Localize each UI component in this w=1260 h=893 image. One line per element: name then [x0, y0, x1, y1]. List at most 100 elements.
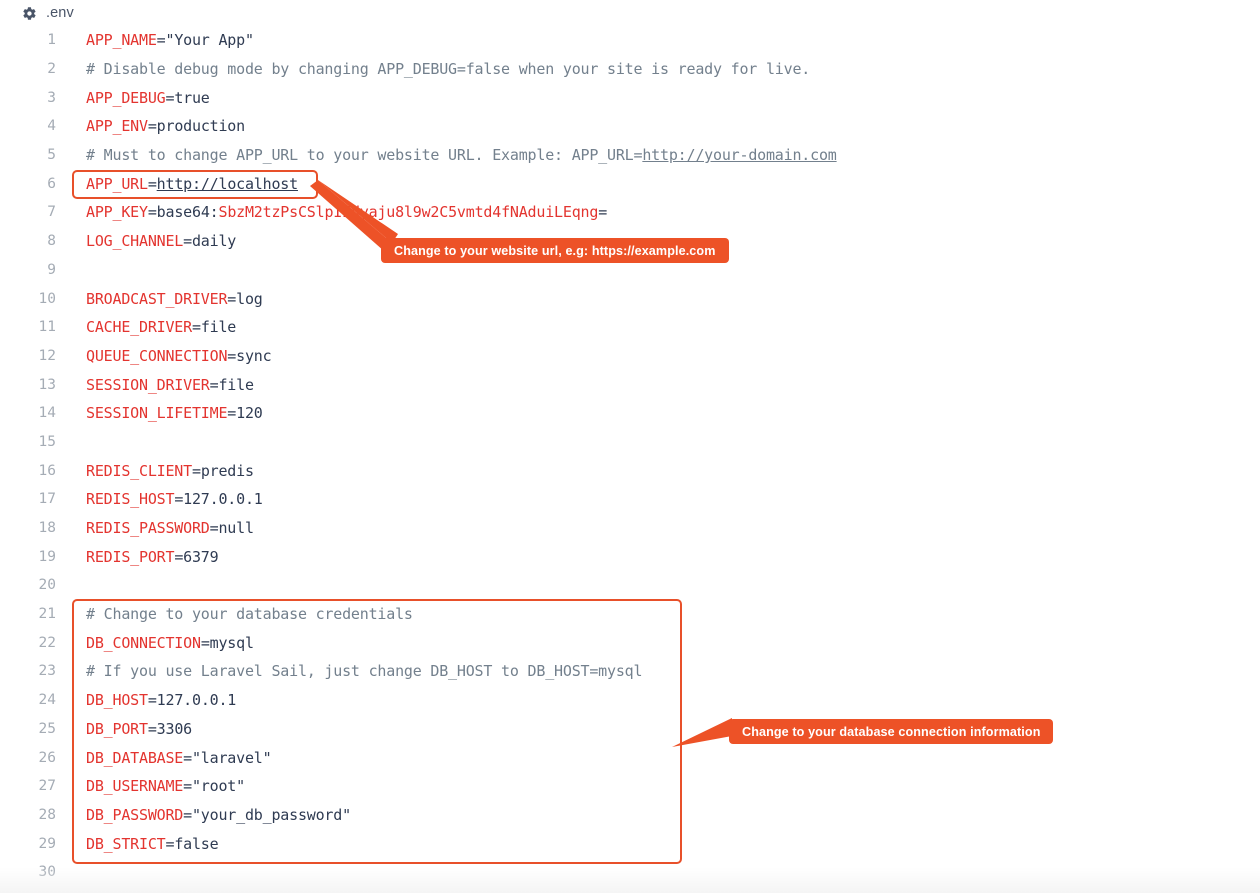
- line-number: 16: [38, 462, 56, 479]
- line-content: BROADCAST_DRIVER=log: [86, 290, 263, 308]
- code-token: ="laravel": [183, 748, 272, 767]
- code-token: =false: [165, 834, 219, 853]
- code-line[interactable]: 25 DB_PORT=3306: [0, 715, 1260, 744]
- code-line[interactable]: 23 # If you use Laravel Sail, just change…: [0, 657, 1260, 686]
- line-content: REDIS_HOST=127.0.0.1: [86, 490, 263, 508]
- code-line[interactable]: 13 SESSION_DRIVER=file: [0, 370, 1260, 399]
- code-token: =log: [227, 289, 263, 308]
- code-token: DB_USERNAME: [86, 777, 184, 796]
- code-line[interactable]: 1 APP_NAME="Your App": [0, 26, 1260, 55]
- line-number: 26: [38, 749, 56, 766]
- line-number: 11: [38, 319, 56, 336]
- code-line[interactable]: 20: [0, 571, 1260, 600]
- code-line[interactable]: 28 DB_PASSWORD="your_db_password": [0, 801, 1260, 830]
- line-content: # Must to change APP_URL to your website…: [86, 146, 837, 164]
- file-name: .env: [46, 5, 74, 21]
- code-line[interactable]: 2 # Disable debug mode by changing APP_DE…: [0, 55, 1260, 84]
- line-content: SESSION_LIFETIME=120: [86, 404, 263, 422]
- code-token: =file: [191, 318, 237, 337]
- line-content: DB_PASSWORD="your_db_password": [86, 806, 351, 824]
- code-line[interactable]: 14 SESSION_LIFETIME=120: [0, 399, 1260, 428]
- line-content: # If you use Laravel Sail, just change D…: [86, 662, 643, 680]
- line-content: REDIS_PORT=6379: [86, 548, 219, 566]
- code-token[interactable]: http://localhost: [157, 175, 298, 193]
- code-line[interactable]: 5 # Must to change APP_URL to your websit…: [0, 141, 1260, 170]
- code-line[interactable]: 18 REDIS_PASSWORD=null: [0, 514, 1260, 543]
- code-token[interactable]: http://your-domain.com: [642, 146, 836, 164]
- code-token: REDIS_PASSWORD: [86, 519, 210, 538]
- code-token: =120: [227, 404, 263, 423]
- code-token: SESSION_DRIVER: [86, 375, 210, 394]
- line-number: 23: [38, 663, 56, 680]
- line-number: 9: [47, 261, 56, 278]
- code-token: DB_PASSWORD: [86, 805, 184, 824]
- code-line[interactable]: 16 REDIS_CLIENT=predis: [0, 456, 1260, 485]
- code-line[interactable]: 4 APP_ENV=production: [0, 112, 1260, 141]
- code-token: REDIS_CLIENT: [86, 461, 192, 480]
- code-token: =127.0.0.1: [147, 691, 237, 710]
- database-callout-text: Change to your database connection infor…: [742, 724, 1041, 739]
- code-line[interactable]: 12 QUEUE_CONNECTION=sync: [0, 342, 1260, 371]
- code-token: ="your_db_password": [183, 805, 351, 824]
- code-line[interactable]: 22 DB_CONNECTION=mysql: [0, 628, 1260, 657]
- line-content: DB_HOST=127.0.0.1: [86, 691, 236, 709]
- code-token: =: [147, 174, 157, 193]
- line-content: APP_DEBUG=true: [86, 89, 210, 107]
- line-number: 10: [38, 290, 56, 307]
- line-number: 2: [47, 61, 56, 78]
- code-line[interactable]: 3 APP_DEBUG=true: [0, 83, 1260, 112]
- code-line[interactable]: 21 # Change to your database credentials: [0, 600, 1260, 629]
- code-line[interactable]: 30: [0, 858, 1260, 887]
- code-line[interactable]: 7 APP_KEY=base64:SbzM2tzPsCSlpIEdyaju8l9w…: [0, 198, 1260, 227]
- code-token: APP_DEBUG: [86, 88, 166, 107]
- code-token: APP_ENV: [86, 117, 148, 136]
- line-number: 22: [38, 634, 56, 651]
- code-line[interactable]: 27 DB_USERNAME="root": [0, 772, 1260, 801]
- line-number: 5: [47, 147, 56, 164]
- line-content: # Disable debug mode by changing APP_DEB…: [86, 60, 810, 78]
- line-content: SESSION_DRIVER=file: [86, 376, 254, 394]
- line-number: 3: [47, 89, 56, 106]
- line-number: 12: [38, 347, 56, 364]
- database-callout: Change to your database connection infor…: [729, 719, 1054, 744]
- line-number: 30: [38, 864, 56, 881]
- line-number: 28: [38, 806, 56, 823]
- line-content: # Change to your database credentials: [86, 605, 413, 623]
- line-number: 7: [47, 204, 56, 221]
- code-token: =predis: [191, 461, 254, 480]
- line-content: QUEUE_CONNECTION=sync: [86, 347, 272, 365]
- line-content: REDIS_PASSWORD=null: [86, 519, 254, 537]
- code-line[interactable]: 26 DB_DATABASE="laravel": [0, 743, 1260, 772]
- code-token: CACHE_DRIVER: [86, 318, 192, 337]
- code-token: SESSION_LIFETIME: [86, 404, 228, 423]
- code-line[interactable]: 19 REDIS_PORT=6379: [0, 542, 1260, 571]
- line-content: DB_PORT=3306: [86, 720, 192, 738]
- code-line[interactable]: 24 DB_HOST=127.0.0.1: [0, 686, 1260, 715]
- code-token: DB_HOST: [86, 691, 148, 710]
- line-content: APP_ENV=production: [86, 117, 245, 135]
- line-number: 18: [38, 520, 56, 537]
- line-number: 17: [38, 491, 56, 508]
- code-token: =daily: [183, 232, 237, 251]
- code-line[interactable]: 11 CACHE_DRIVER=file: [0, 313, 1260, 342]
- code-line[interactable]: 29 DB_STRICT=false: [0, 829, 1260, 858]
- line-content: DB_DATABASE="laravel": [86, 748, 272, 767]
- line-content: LOG_CHANNEL=daily: [86, 232, 236, 250]
- code-token: =file: [209, 375, 254, 394]
- line-number: 14: [38, 405, 56, 422]
- code-line[interactable]: 6 APP_URL=http://localhost: [0, 169, 1260, 198]
- code-line[interactable]: 10 BROADCAST_DRIVER=log: [0, 284, 1260, 313]
- code-token: APP_NAME: [86, 31, 157, 50]
- gear-icon: [22, 6, 37, 21]
- line-number: 15: [38, 433, 56, 450]
- line-number: 24: [38, 692, 56, 709]
- line-number: 13: [38, 376, 56, 393]
- code-editor[interactable]: 1 APP_NAME="Your App" 2 # Disable debug mod…: [0, 26, 1260, 887]
- line-number: 1: [47, 32, 56, 49]
- code-token: BROADCAST_DRIVER: [86, 289, 228, 308]
- code-line[interactable]: 15: [0, 428, 1260, 457]
- code-line[interactable]: 17 REDIS_HOST=127.0.0.1: [0, 485, 1260, 514]
- line-number: 29: [38, 835, 56, 852]
- code-token: =production: [147, 117, 245, 136]
- line-number: 8: [47, 233, 56, 250]
